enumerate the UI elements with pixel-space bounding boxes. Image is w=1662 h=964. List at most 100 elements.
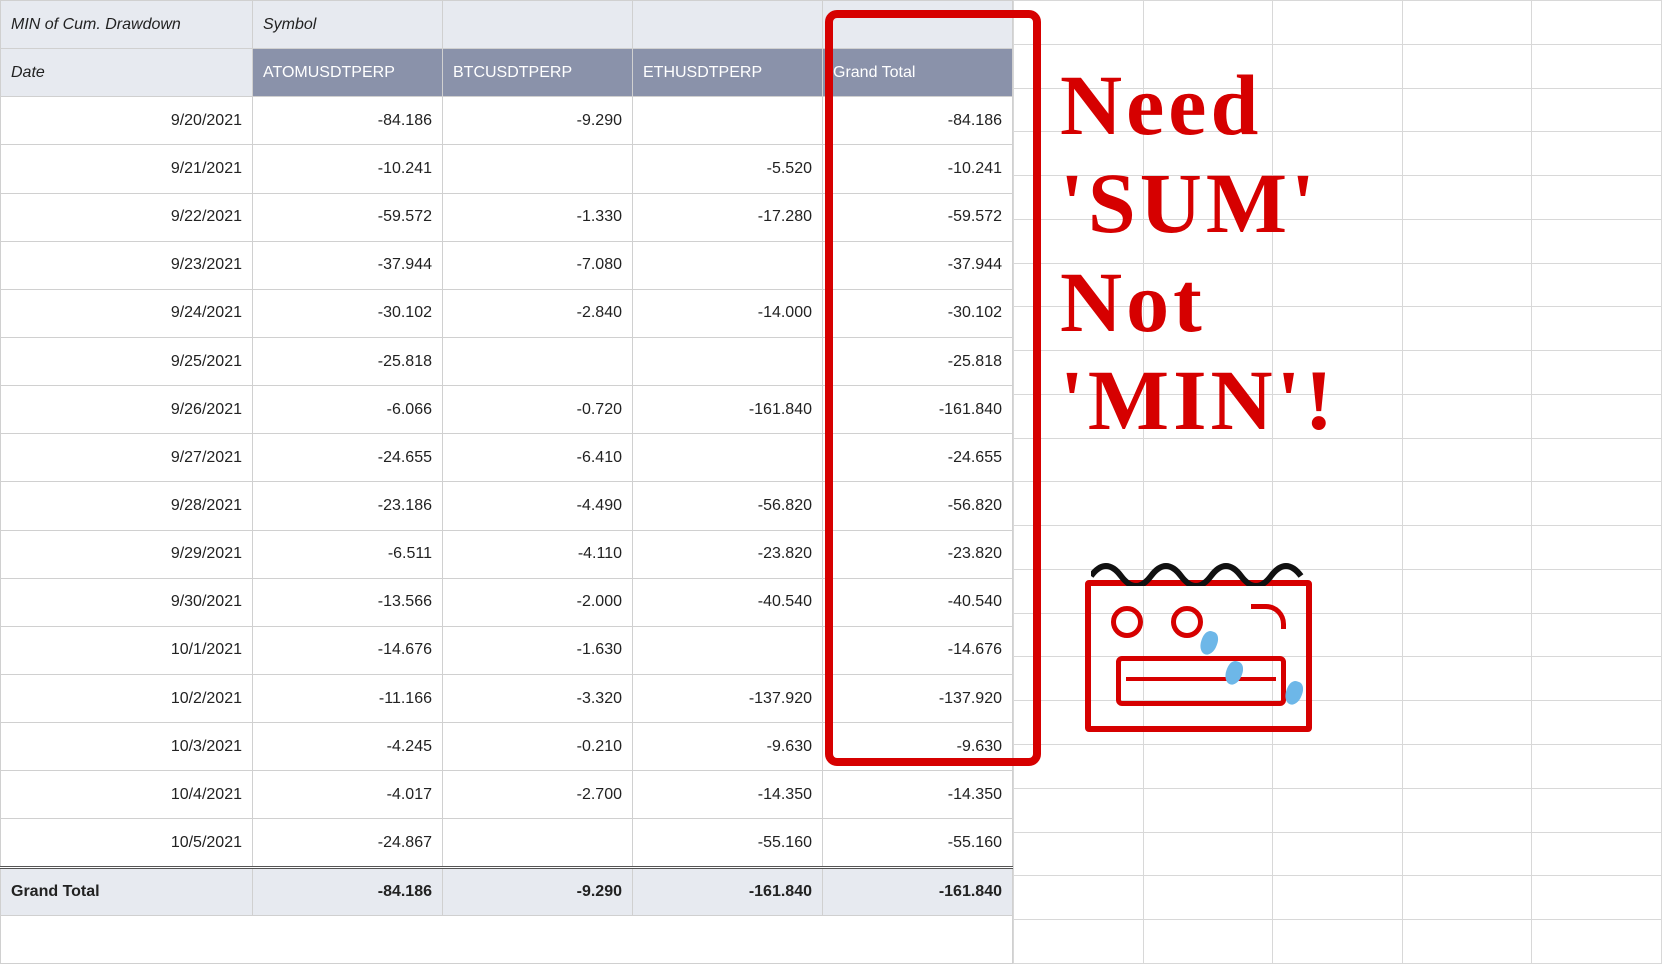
date-cell[interactable]: 9/29/2021 [1,530,253,578]
blank-cell[interactable] [1532,1,1662,45]
value-cell[interactable]: -1.630 [443,626,633,674]
value-cell[interactable]: -6.410 [443,434,633,482]
spreadsheet[interactable]: MIN of Cum. Drawdown Symbol Date ATOMUSD… [0,0,1662,964]
table-row[interactable]: 9/20/2021-84.186-9.290-84.186 [1,97,1013,145]
blank-cell[interactable] [1014,263,1144,307]
date-cell[interactable]: 10/4/2021 [1,771,253,819]
table-row[interactable]: 9/27/2021-24.655-6.410-24.655 [1,434,1013,482]
table-row[interactable]: 9/30/2021-13.566-2.000-40.540-40.540 [1,578,1013,626]
value-cell[interactable]: -7.080 [443,241,633,289]
blank-hdr[interactable] [633,1,823,49]
blank-cell[interactable] [1014,832,1144,876]
blank-cell[interactable] [1402,1,1532,45]
value-cell[interactable]: -24.655 [823,434,1013,482]
blank-cell[interactable] [1143,132,1273,176]
blank-cell[interactable] [1143,176,1273,220]
blank-cell[interactable] [1143,307,1273,351]
value-cell[interactable]: -137.920 [823,674,1013,722]
value-cell[interactable]: -56.820 [633,482,823,530]
col-field-cell[interactable]: Symbol [253,1,443,49]
value-cell[interactable]: -6.511 [253,530,443,578]
blank-cell[interactable] [1014,745,1144,789]
value-cell[interactable] [633,626,823,674]
value-cell[interactable]: -14.676 [823,626,1013,674]
blank-cell[interactable] [1532,876,1662,920]
date-cell[interactable]: 10/3/2021 [1,723,253,771]
blank-cell[interactable] [1273,876,1403,920]
blank-cell[interactable] [1532,920,1662,964]
value-cell[interactable]: -14.000 [633,289,823,337]
blank-cell[interactable] [1014,482,1144,526]
blank-cell[interactable] [1402,613,1532,657]
col-header[interactable]: ETHUSDTPERP [633,49,823,97]
blank-cell[interactable] [1273,788,1403,832]
blank-cell[interactable] [1402,920,1532,964]
blank-cell[interactable] [1273,1,1403,45]
blank-cell[interactable] [1532,88,1662,132]
blank-cell[interactable] [1143,745,1273,789]
value-cell[interactable]: -30.102 [253,289,443,337]
pivot-table[interactable]: MIN of Cum. Drawdown Symbol Date ATOMUSD… [0,0,1013,964]
value-cell[interactable]: -14.350 [633,771,823,819]
date-cell[interactable]: 9/30/2021 [1,578,253,626]
date-cell[interactable]: 9/21/2021 [1,145,253,193]
measure-label-cell[interactable]: MIN of Cum. Drawdown [1,1,253,49]
date-cell[interactable]: 10/5/2021 [1,819,253,867]
blank-cell[interactable] [1273,438,1403,482]
row-field-cell[interactable]: Date [1,49,253,97]
value-cell[interactable]: -2.700 [443,771,633,819]
value-cell[interactable]: -13.566 [253,578,443,626]
blank-cell[interactable] [1273,482,1403,526]
value-cell[interactable]: -9.630 [823,723,1013,771]
value-cell[interactable]: -40.540 [823,578,1013,626]
blank-cell[interactable] [1143,788,1273,832]
date-cell[interactable]: 9/28/2021 [1,482,253,530]
date-cell[interactable]: 9/26/2021 [1,386,253,434]
blank-cell[interactable] [1143,394,1273,438]
blank-cell[interactable] [1014,788,1144,832]
blank-cell[interactable] [1273,832,1403,876]
blank-cell[interactable] [1402,569,1532,613]
value-cell[interactable]: -24.867 [253,819,443,867]
blank-cell[interactable] [1402,132,1532,176]
value-cell[interactable]: -30.102 [823,289,1013,337]
blank-cell[interactable] [1532,176,1662,220]
value-cell[interactable]: -9.630 [633,723,823,771]
blank-cell[interactable] [1532,307,1662,351]
blank-cell[interactable] [1532,132,1662,176]
blank-cell[interactable] [1014,1,1144,45]
col-header-grand-total[interactable]: Grand Total [823,49,1013,97]
grand-total-cell[interactable]: -84.186 [253,867,443,915]
date-cell[interactable]: 9/27/2021 [1,434,253,482]
blank-cell[interactable] [1402,876,1532,920]
blank-cell[interactable] [1143,263,1273,307]
value-cell[interactable] [443,819,633,867]
blank-cell[interactable] [1014,307,1144,351]
value-cell[interactable]: -2.000 [443,578,633,626]
date-cell[interactable]: 10/2/2021 [1,674,253,722]
date-cell[interactable]: 9/24/2021 [1,289,253,337]
value-cell[interactable] [633,97,823,145]
blank-cell[interactable] [1402,832,1532,876]
blank-cell[interactable] [1402,263,1532,307]
value-cell[interactable]: -14.676 [253,626,443,674]
blank-cell[interactable] [1402,657,1532,701]
table-row[interactable]: 9/29/2021-6.511-4.110-23.820-23.820 [1,530,1013,578]
blank-cell[interactable] [1143,1,1273,45]
blank-cell[interactable] [1532,219,1662,263]
blank-cell[interactable] [1143,438,1273,482]
blank-hdr[interactable] [443,1,633,49]
table-row[interactable]: 9/24/2021-30.102-2.840-14.000-30.102 [1,289,1013,337]
blank-cell[interactable] [1402,351,1532,395]
blank-cell[interactable] [1273,132,1403,176]
value-cell[interactable] [443,145,633,193]
value-cell[interactable]: -1.330 [443,193,633,241]
blank-cell[interactable] [1014,920,1144,964]
table-row[interactable]: 10/4/2021-4.017-2.700-14.350-14.350 [1,771,1013,819]
value-cell[interactable]: -59.572 [253,193,443,241]
value-cell[interactable]: -23.820 [633,530,823,578]
blank-cell[interactable] [1532,482,1662,526]
value-cell[interactable]: -55.160 [633,819,823,867]
value-cell[interactable]: -0.720 [443,386,633,434]
blank-cell[interactable] [1273,176,1403,220]
